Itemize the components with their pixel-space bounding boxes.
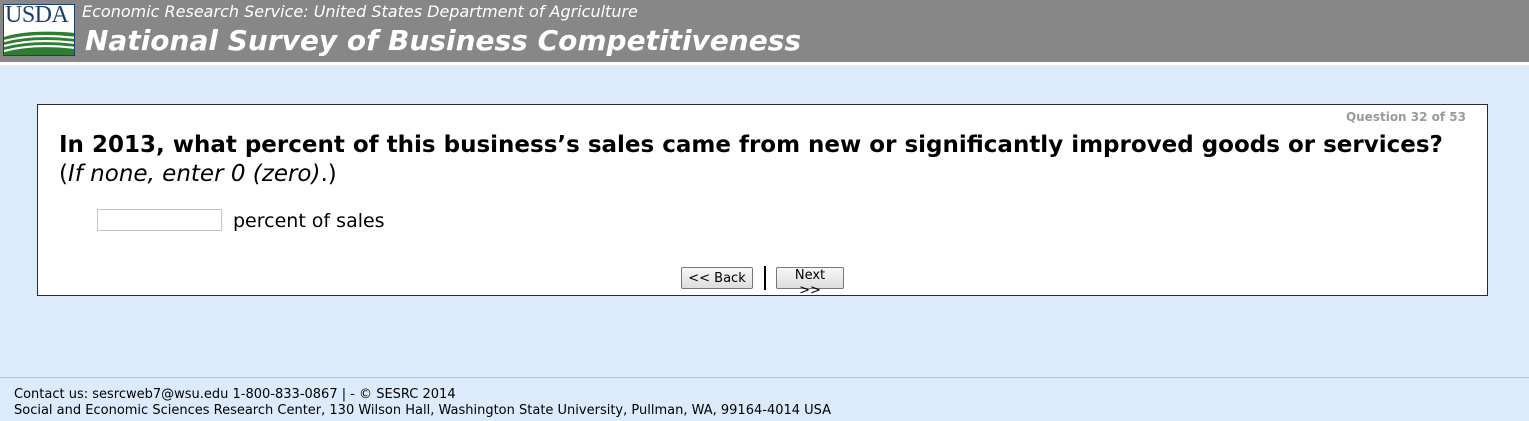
site-title: National Survey of Business Competitiven…: [85, 24, 802, 57]
question-counter: Question 32 of 53: [1345, 110, 1466, 124]
percent-input[interactable]: [97, 209, 222, 231]
question-note: If none, enter 0 (zero): [67, 161, 321, 187]
footer-address: Social and Economic Sciences Research Ce…: [14, 403, 832, 418]
question-panel: Question 32 of 53 In 2013, what percent …: [37, 104, 1488, 298]
question-main: In 2013, what percent of this business’s…: [59, 132, 1443, 158]
back-button[interactable]: << Back: [681, 267, 753, 289]
agency-name: Economic Research Service: United States…: [82, 2, 638, 21]
site-header: USDA Economic Research Service: United S…: [0, 0, 1529, 65]
next-button[interactable]: Next >>: [776, 267, 844, 298]
question-note-open: (: [59, 161, 68, 187]
question-note-close: .): [320, 161, 337, 187]
site-footer: Contact us: sesrcweb7@wsu.edu 1-800-833-…: [0, 377, 1529, 421]
unit-label: percent of sales: [233, 210, 385, 232]
question-text: In 2013, what percent of this business’s…: [59, 131, 1459, 189]
footer-contact: Contact us: sesrcweb7@wsu.edu 1-800-833-…: [14, 387, 456, 402]
usda-logo[interactable]: USDA: [3, 4, 75, 56]
logo-text: USDA: [5, 4, 69, 28]
logo-landscape-icon: [4, 31, 74, 55]
nav-separator: [764, 266, 766, 290]
